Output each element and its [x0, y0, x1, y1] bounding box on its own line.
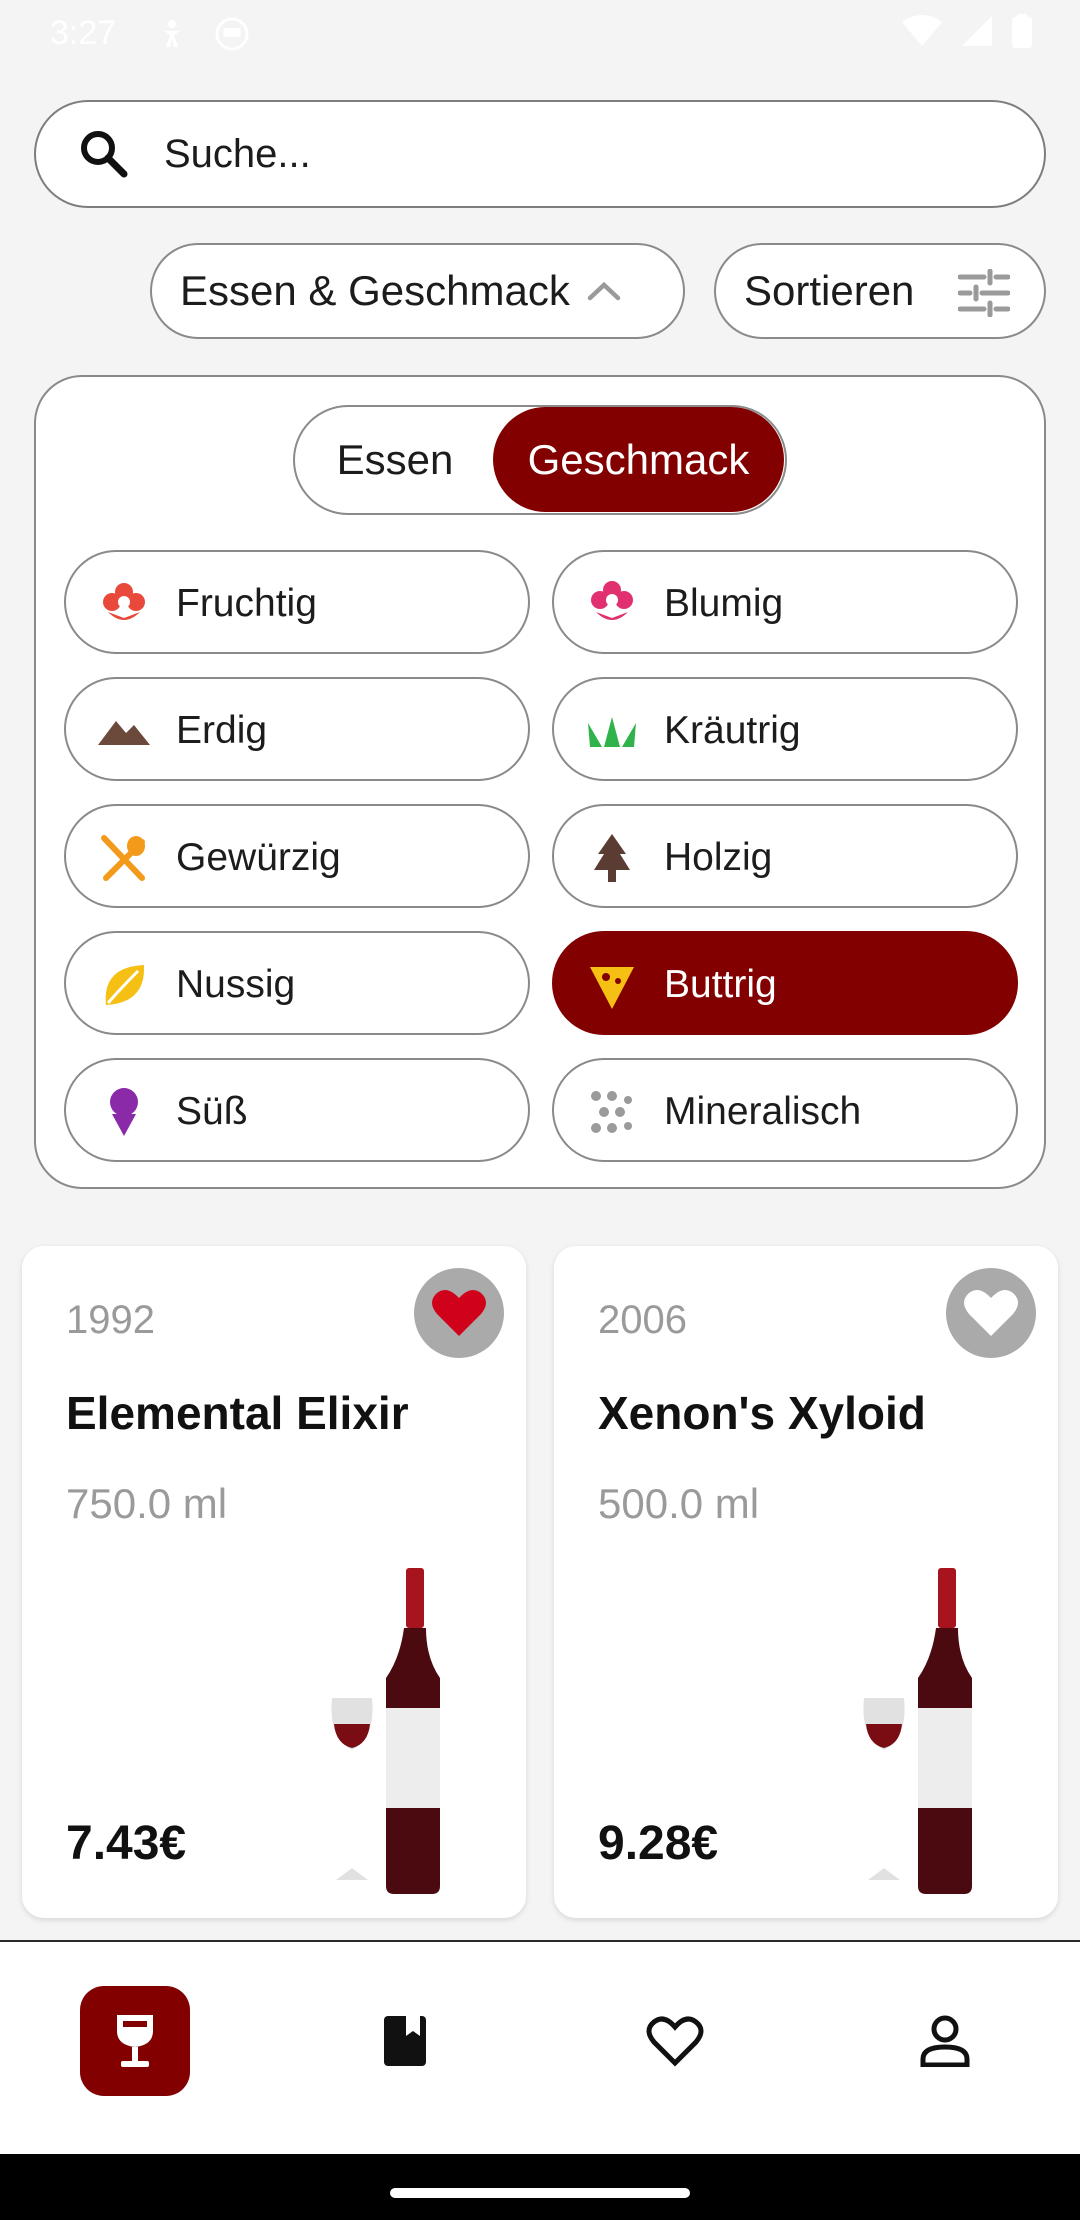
- taste-label: Kräutrig: [664, 709, 801, 752]
- taste-label: Fruchtig: [176, 582, 317, 625]
- taste-label: Holzig: [664, 836, 773, 879]
- heart-icon: [646, 2016, 704, 2067]
- taste-label: Süß: [176, 1090, 248, 1133]
- wine-volume: 500.0 ml: [598, 1480, 760, 1527]
- flower-icon: [591, 581, 633, 620]
- taste-chip-fruchtig[interactable]: Fruchtig: [64, 550, 530, 654]
- wine-glass-icon: [117, 2015, 153, 2067]
- taste-label: Gewürzig: [176, 836, 341, 879]
- taste-label: Buttrig: [664, 963, 777, 1006]
- wine-year: 2006: [598, 1298, 687, 1342]
- favorite-button[interactable]: [946, 1268, 1036, 1358]
- nav-profile[interactable]: [890, 1986, 1000, 2096]
- wine-year: 1992: [66, 1298, 155, 1342]
- taste-filter-panel: Essen Geschmack Fruchtig Blumig Erdig Kr…: [34, 375, 1046, 1189]
- wine-name: Xenon's Xyloid: [598, 1387, 926, 1439]
- search-bar[interactable]: [34, 100, 1046, 208]
- taste-chip-blumig[interactable]: Blumig: [552, 550, 1018, 654]
- segment-geschmack[interactable]: Geschmack: [493, 407, 784, 512]
- accessibility-icon: [164, 20, 180, 47]
- taste-chip-holzig[interactable]: Holzig: [552, 804, 1018, 908]
- nav-book[interactable]: [350, 1986, 460, 2096]
- home-indicator[interactable]: [390, 2188, 690, 2198]
- search-icon: [81, 131, 128, 178]
- utensils-icon: [101, 835, 145, 881]
- dots-icon: [591, 1091, 632, 1133]
- status-time: 3:27: [50, 14, 117, 52]
- segment-control: Essen Geschmack: [293, 405, 787, 515]
- heart-filled-icon: [432, 1289, 486, 1336]
- favorite-button[interactable]: [414, 1268, 504, 1358]
- chevron-up-icon: [587, 281, 621, 301]
- wine-bottle-image: [863, 1568, 972, 1894]
- leaf-icon: [105, 965, 145, 1005]
- wine-name: Elemental Elixir: [66, 1387, 409, 1439]
- taste-chip-suess[interactable]: Süß: [64, 1058, 530, 1162]
- taste-label: Nussig: [176, 963, 296, 1006]
- status-icons-left: [160, 16, 250, 52]
- system-navigation-bar: [0, 2154, 1080, 2220]
- sort-button[interactable]: Sortieren: [714, 243, 1046, 339]
- food-taste-filter-label: Essen & Geschmack: [180, 267, 570, 314]
- taste-label: Mineralisch: [664, 1090, 862, 1133]
- nav-wines[interactable]: [80, 1986, 190, 2096]
- wine-price: 9.28€: [598, 1817, 719, 1870]
- signal-icon: [962, 16, 992, 46]
- wine-card[interactable]: 2006 Xenon's Xyloid 500.0 ml 9.28€: [554, 1246, 1058, 1918]
- face-icon: [215, 17, 249, 51]
- wine-price: 7.43€: [66, 1817, 187, 1870]
- tune-icon: [958, 269, 1010, 317]
- grass-icon: [588, 717, 636, 747]
- icecream-icon: [110, 1088, 138, 1136]
- taste-chip-nussig[interactable]: Nussig: [64, 931, 530, 1035]
- bottom-navigation: [0, 1940, 1080, 2154]
- tree-icon: [594, 834, 630, 882]
- heart-outline-icon: [964, 1289, 1018, 1336]
- wifi-icon: [902, 15, 942, 46]
- battery-icon: [1012, 14, 1032, 48]
- fruit-flower-icon: [103, 583, 145, 620]
- taste-chip-erdig[interactable]: Erdig: [64, 677, 530, 781]
- taste-chip-buttrig[interactable]: Buttrig: [552, 931, 1018, 1035]
- status-bar: 3:27: [0, 0, 1080, 64]
- cheese-icon: [590, 967, 634, 1009]
- taste-chip-mineralisch[interactable]: Mineralisch: [552, 1058, 1018, 1162]
- book-icon: [384, 2016, 426, 2066]
- person-icon: [920, 2015, 970, 2067]
- search-input[interactable]: [164, 131, 984, 177]
- taste-chip-kraeutrig[interactable]: Kräutrig: [552, 677, 1018, 781]
- sort-label: Sortieren: [744, 267, 915, 314]
- status-icons-right: [902, 14, 1032, 48]
- taste-label: Erdig: [176, 709, 268, 752]
- taste-chip-gewuerzig[interactable]: Gewürzig: [64, 804, 530, 908]
- mountain-icon: [98, 721, 150, 745]
- food-taste-filter-button[interactable]: Essen & Geschmack: [150, 243, 685, 339]
- segment-essen[interactable]: Essen: [295, 407, 495, 512]
- taste-label: Blumig: [664, 582, 784, 625]
- wine-bottle-image: [331, 1568, 440, 1894]
- wine-volume: 750.0 ml: [66, 1480, 228, 1527]
- wine-card[interactable]: 1992 Elemental Elixir 750.0 ml 7.43€: [22, 1246, 526, 1918]
- nav-favorites[interactable]: [620, 1986, 730, 2096]
